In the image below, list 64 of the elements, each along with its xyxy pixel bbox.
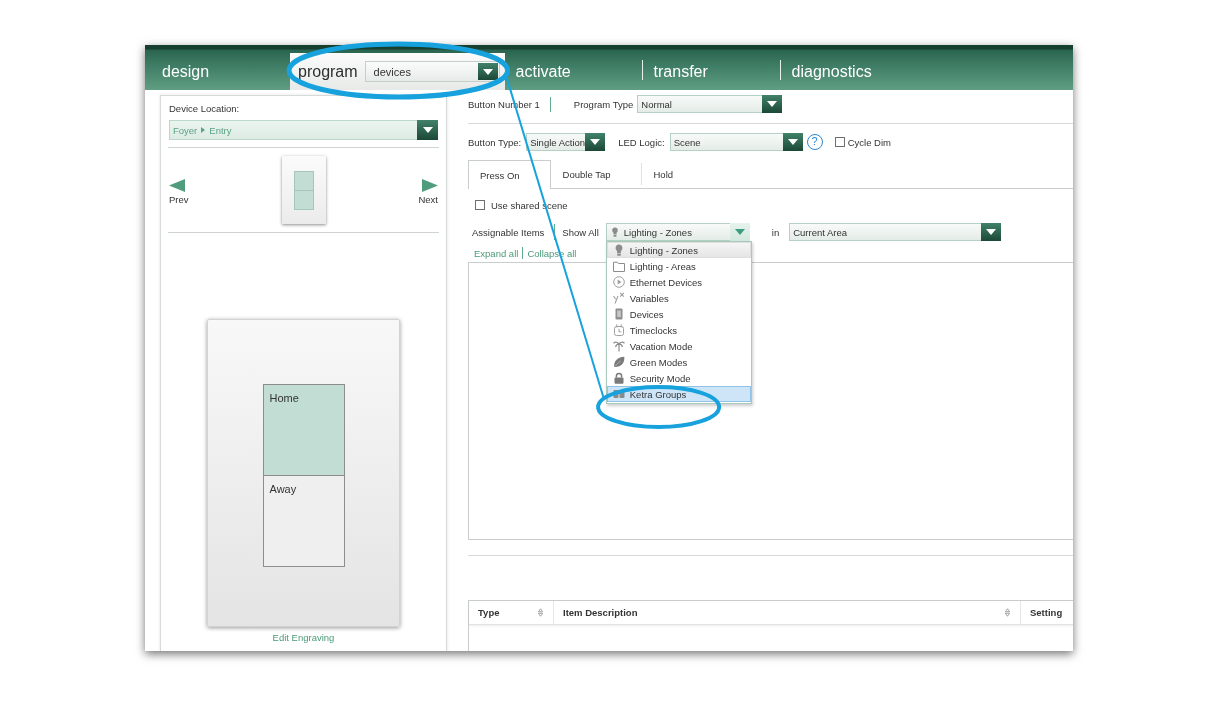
arrow-left-icon <box>169 179 185 192</box>
play-circle-icon <box>612 276 625 288</box>
dropdown-option[interactable]: Timeclocks <box>606 322 751 338</box>
sort-icon <box>1005 608 1010 617</box>
button-type-label: Button Type: <box>468 136 522 148</box>
nav-tab[interactable]: design <box>145 53 290 90</box>
column-header[interactable]: Type <box>469 601 554 624</box>
dropdown-option[interactable]: Lighting - Areas <box>606 258 751 274</box>
group-icon <box>612 388 625 400</box>
caret-icon <box>729 223 750 241</box>
sort-icon <box>538 608 543 617</box>
keypad-thumbnail-drawing <box>281 156 326 224</box>
caret-icon <box>417 120 438 140</box>
caret-icon <box>762 95 783 113</box>
leaf-icon <box>612 356 625 368</box>
nav-tab[interactable]: diagnostics <box>780 53 918 90</box>
nav-tab[interactable]: transfer <box>642 53 780 90</box>
variable-icon <box>612 292 625 304</box>
caret-icon <box>585 133 606 151</box>
assignable-items-label: Assignable Items <box>472 226 545 238</box>
caret-icon <box>981 223 1002 241</box>
tab[interactable]: Press On <box>468 160 551 189</box>
device-location-label: Device Location: <box>169 103 240 114</box>
tab[interactable]: Hold <box>641 160 704 188</box>
dropdown-option[interactable]: Devices <box>606 306 751 322</box>
padlock-icon <box>612 372 625 384</box>
button-type-dropdown[interactable]: Single Action <box>526 133 606 151</box>
nav-tab[interactable]: activate <box>504 53 642 90</box>
folder-icon <box>612 260 625 272</box>
column-header[interactable]: Item Description <box>554 601 1021 624</box>
palm-tree-icon <box>612 340 625 352</box>
next-button[interactable]: Next <box>418 179 438 205</box>
checkbox[interactable] <box>834 137 845 147</box>
dropdown-option[interactable]: Vacation Mode <box>606 338 751 354</box>
program-type-label: Program Type <box>573 98 634 110</box>
dropdown-option[interactable]: Green Modes <box>606 354 751 370</box>
column-header[interactable]: Setting <box>1021 601 1073 624</box>
bulb-icon <box>609 226 620 238</box>
area-dropdown[interactable]: Current Area <box>789 223 1002 241</box>
dropdown-option[interactable]: Variables <box>606 290 751 306</box>
edit-engraving-link[interactable]: Edit Engraving <box>272 632 335 643</box>
tab[interactable]: Double Tap <box>550 160 641 188</box>
program-type-dropdown[interactable]: Normal <box>637 95 783 113</box>
keypad-button[interactable]: Away <box>262 475 345 567</box>
view-dropdown[interactable]: devices <box>364 61 500 82</box>
dropdown-option[interactable]: Ethernet Devices <box>606 274 751 290</box>
caret-icon <box>782 133 803 151</box>
expand-all-link[interactable]: Expand all <box>474 247 519 259</box>
clock-icon <box>612 324 625 336</box>
checkbox[interactable] <box>475 200 485 210</box>
nav-tab[interactable]: program devices <box>290 53 505 90</box>
in-label: in <box>771 226 780 238</box>
arrow-right-icon <box>422 179 438 192</box>
item-type-dropdown[interactable]: Lighting - Zones <box>605 223 750 241</box>
prev-button[interactable]: Prev <box>169 179 189 205</box>
caret-icon <box>477 63 498 80</box>
show-all-label: Show All <box>562 226 599 238</box>
dropdown-option[interactable]: Security Mode <box>606 370 751 386</box>
dropdown-option[interactable]: Lighting - Zones <box>606 242 751 258</box>
breadcrumb-separator-icon <box>201 127 206 133</box>
keypad-button[interactable]: Home <box>262 384 345 476</box>
led-logic-label: LED Logic: <box>618 136 665 148</box>
cycle-dim-label: Cycle Dim <box>847 136 891 148</box>
led-logic-dropdown[interactable]: Scene <box>669 133 803 151</box>
